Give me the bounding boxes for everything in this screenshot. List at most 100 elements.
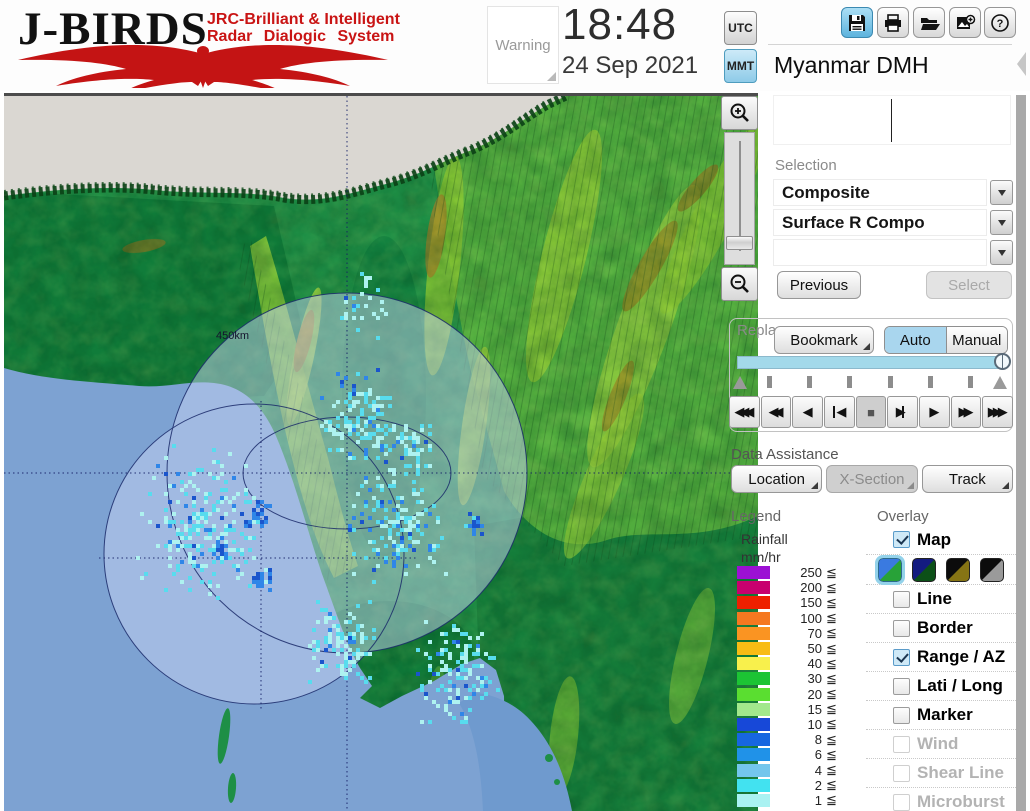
dropdown-arrow-button[interactable] bbox=[990, 210, 1013, 235]
add-image-button[interactable] bbox=[949, 7, 981, 38]
track-button[interactable]: Track bbox=[921, 465, 1013, 493]
print-button[interactable] bbox=[877, 7, 909, 38]
overlay-item-label: Line bbox=[917, 589, 952, 608]
header-bar: J-BIRDS JRC-Brilliant & Intelligent Rada… bbox=[0, 0, 1030, 91]
radar-map[interactable]: 450km bbox=[4, 93, 758, 811]
zoom-out-button[interactable] bbox=[721, 267, 758, 301]
legend-le-symbol: ≦ bbox=[826, 731, 837, 747]
panel-collapse-arrow-icon[interactable] bbox=[1017, 52, 1026, 76]
tick-mark bbox=[807, 376, 813, 388]
save-button[interactable] bbox=[841, 7, 873, 38]
overlay-item-range-az[interactable]: Range / AZ bbox=[866, 642, 1016, 671]
range-end-marker[interactable] bbox=[993, 376, 1007, 389]
chevron-down-icon bbox=[997, 189, 1006, 196]
previous-button[interactable]: Previous bbox=[777, 271, 861, 299]
dropdown-arrow-button[interactable] bbox=[990, 240, 1013, 265]
checkbox[interactable] bbox=[893, 531, 910, 548]
forward-button[interactable]: ▶▶ bbox=[950, 396, 982, 428]
dropdown-value[interactable]: Surface R Compo bbox=[773, 209, 987, 236]
tick-mark bbox=[967, 376, 973, 388]
utc-button[interactable]: UTC bbox=[724, 11, 757, 45]
overlay-item-map[interactable]: Map bbox=[866, 525, 1016, 554]
dropdown-value[interactable]: Composite bbox=[773, 179, 987, 206]
legend-le-symbol: ≦ bbox=[826, 701, 837, 717]
zoom-slider-handle[interactable] bbox=[726, 236, 753, 250]
selection-dropdown-2[interactable]: Surface R Compo bbox=[773, 209, 1013, 236]
menu-corner-icon bbox=[906, 482, 914, 489]
menu-corner-icon bbox=[1001, 482, 1009, 489]
play-button[interactable]: ▶ bbox=[919, 396, 950, 428]
legend-label: Legend bbox=[731, 508, 782, 525]
location-button[interactable]: Location bbox=[731, 465, 823, 493]
legend-entry: 100 ≦ bbox=[737, 610, 862, 626]
clock-date: 24 Sep 2021 bbox=[562, 52, 699, 79]
data-assistance-label: Data Assistance bbox=[731, 446, 839, 463]
step-forward-button[interactable]: ▶ bbox=[887, 396, 919, 428]
selection-dropdown-1[interactable]: Composite bbox=[773, 179, 1013, 206]
tick-marks bbox=[767, 376, 973, 388]
checkbox[interactable] bbox=[893, 706, 910, 724]
zoom-slider-track[interactable] bbox=[724, 132, 755, 265]
rewind-button[interactable]: ◀◀ bbox=[760, 396, 792, 428]
select-button[interactable]: Select bbox=[926, 271, 1012, 299]
legend-entry: 70 ≦ bbox=[737, 625, 862, 641]
bookmark-button[interactable]: Bookmark bbox=[774, 326, 874, 354]
map-style-swatch-3[interactable] bbox=[946, 557, 970, 582]
manual-mode-button[interactable]: Manual bbox=[945, 327, 1007, 353]
zoom-in-icon bbox=[730, 103, 749, 122]
menu-corner-icon bbox=[863, 343, 870, 350]
legend-le-symbol: ≦ bbox=[826, 610, 837, 626]
overlay-item-label: Microburst bbox=[917, 792, 1005, 811]
resize-grip-icon[interactable] bbox=[547, 72, 556, 81]
legend-title-rainfall: Rainfall bbox=[741, 531, 788, 547]
range-start-marker[interactable] bbox=[733, 376, 747, 389]
legend-value: 4 bbox=[814, 762, 822, 778]
overlay-item-lati-long[interactable]: Lati / Long bbox=[866, 671, 1016, 700]
step-back-button[interactable]: ◀ bbox=[824, 396, 855, 428]
rewind-fast-button[interactable]: ◀◀◀ bbox=[729, 396, 760, 428]
legend-le-symbol: ≦ bbox=[826, 670, 837, 686]
legend-le-symbol: ≦ bbox=[826, 594, 837, 610]
tick-mark bbox=[887, 376, 893, 388]
save-icon bbox=[849, 14, 865, 31]
legend-entry: 6 ≦ bbox=[737, 747, 862, 762]
play-backward-button[interactable]: ◀ bbox=[792, 396, 824, 428]
checkbox[interactable] bbox=[893, 648, 910, 666]
checkbox[interactable] bbox=[893, 677, 910, 695]
legend-value: 20 bbox=[807, 686, 822, 702]
site-name-box[interactable] bbox=[773, 95, 1011, 145]
map-style-swatch-4[interactable] bbox=[980, 557, 1004, 582]
map-style-swatch-1[interactable] bbox=[875, 554, 905, 585]
checkbox[interactable] bbox=[893, 590, 910, 608]
legend-color-swatch bbox=[737, 642, 770, 656]
selection-dropdown-3[interactable] bbox=[773, 239, 1013, 266]
legend-color-swatch bbox=[737, 672, 770, 686]
zoom-in-button[interactable] bbox=[721, 96, 758, 130]
legend-le-symbol: ≦ bbox=[826, 564, 837, 580]
checkbox[interactable] bbox=[893, 619, 910, 637]
replay-slider-knob[interactable] bbox=[994, 353, 1011, 370]
mmt-button[interactable]: MMT bbox=[724, 49, 757, 83]
help-button[interactable]: ? bbox=[984, 7, 1016, 38]
legend-entry: 1 ≦ bbox=[737, 792, 862, 808]
overlay-item-label: Wind bbox=[917, 734, 959, 753]
overlay-item-line[interactable]: Line bbox=[866, 584, 1016, 613]
overlay-item-marker[interactable]: Marker bbox=[866, 700, 1016, 729]
overlay-item-border[interactable]: Border bbox=[866, 613, 1016, 642]
legend-value: 150 bbox=[800, 595, 822, 611]
legend-value: 15 bbox=[807, 701, 822, 717]
eagle-logo-icon bbox=[18, 45, 388, 88]
dropdown-value[interactable] bbox=[773, 239, 987, 266]
replay-mode-toggle: Auto Manual bbox=[884, 326, 1008, 354]
forward-fast-button[interactable]: ▶▶▶ bbox=[982, 396, 1014, 428]
dropdown-arrow-button[interactable] bbox=[990, 180, 1013, 205]
warning-panel[interactable]: Warning bbox=[487, 6, 559, 84]
open-folder-button[interactable] bbox=[913, 7, 945, 38]
stop-button[interactable]: ■ bbox=[855, 396, 887, 428]
data-assistance-buttons: Location X-Section Track bbox=[731, 465, 1013, 493]
button-label: Location bbox=[748, 470, 806, 488]
replay-slider[interactable] bbox=[737, 353, 1011, 370]
auto-mode-button[interactable]: Auto bbox=[885, 327, 946, 353]
map-style-swatch-2[interactable] bbox=[912, 557, 936, 582]
vertical-scrollbar[interactable] bbox=[1016, 95, 1026, 811]
